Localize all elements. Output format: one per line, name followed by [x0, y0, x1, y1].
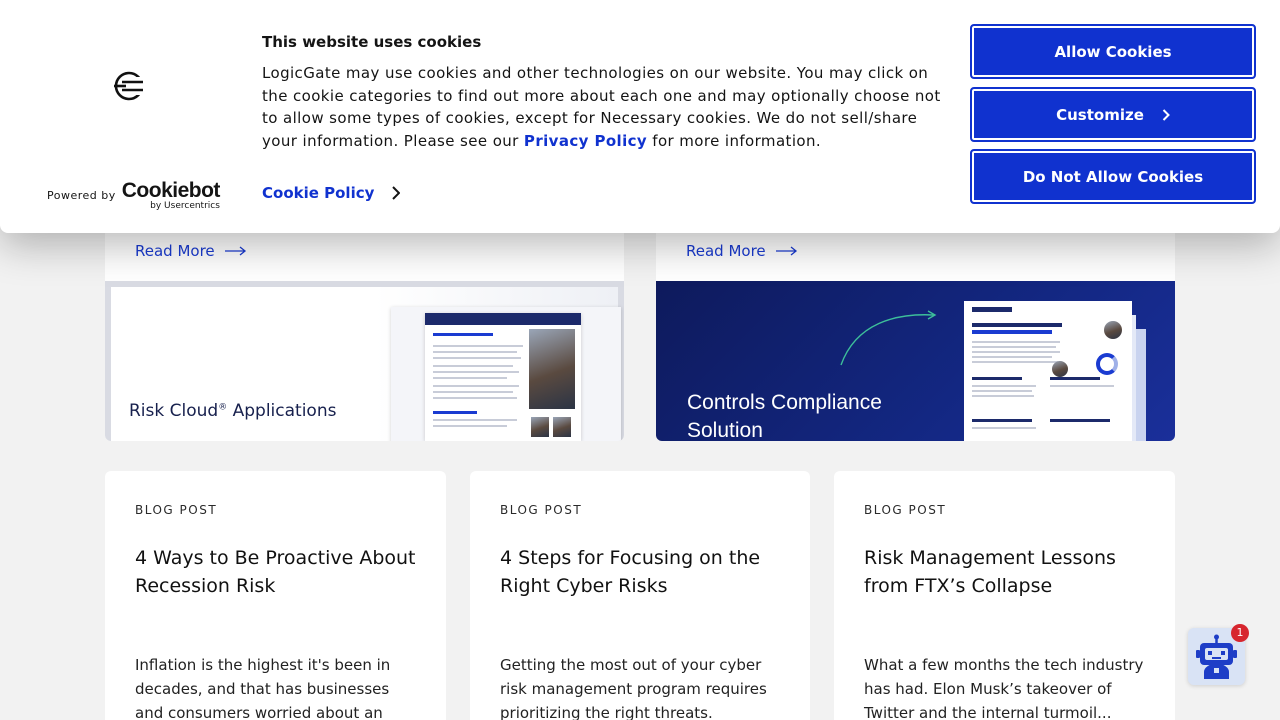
customize-button[interactable]: Customize: [970, 87, 1256, 142]
blog-card[interactable]: BLOG POST 4 Steps for Focusing on the Ri…: [470, 471, 810, 720]
cookie-banner-title: This website uses cookies: [262, 33, 482, 51]
allow-cookies-button[interactable]: Allow Cookies: [970, 24, 1256, 79]
cookie-policy-link[interactable]: Cookie Policy: [262, 184, 401, 202]
blog-card[interactable]: BLOG POST 4 Ways to Be Proactive About R…: [105, 471, 446, 720]
read-more-link[interactable]: Read More: [686, 242, 798, 260]
chevron-right-icon: [392, 186, 401, 200]
chevron-right-icon: [1162, 108, 1170, 121]
blog-title-link[interactable]: Risk Management Lessons from FTX’s Colla…: [864, 544, 1154, 600]
cookie-banner-text: LogicGate may use cookies and other tech…: [262, 64, 941, 150]
brochure-image: [964, 301, 1132, 441]
customize-label: Customize: [1056, 105, 1144, 124]
privacy-policy-link[interactable]: Privacy Policy: [524, 132, 647, 150]
read-more-label: Read More: [686, 242, 766, 260]
read-more-link[interactable]: Read More: [135, 242, 247, 260]
arrow-right-icon: [224, 246, 246, 256]
powered-by-label: Powered by: [47, 189, 116, 202]
blog-card[interactable]: BLOG POST Risk Management Lessons from F…: [834, 471, 1175, 720]
blog-excerpt: Getting the most out of your cyber risk …: [500, 656, 767, 720]
notification-badge: 1: [1231, 624, 1249, 642]
deny-cookies-button[interactable]: Do Not Allow Cookies: [970, 149, 1256, 204]
content-type-label: BLOG POST: [500, 503, 583, 517]
content-type-label: BLOG POST: [135, 503, 218, 517]
cookiebot-logo: Cookiebot by Usercentrics: [121, 179, 221, 211]
thumbnail-title: Risk Cloud® Applications: [129, 401, 337, 421]
read-more-label: Read More: [135, 242, 215, 260]
controls-compliance-thumbnail: Controls Compliance Solution: [656, 281, 1175, 441]
blog-title-link[interactable]: 4 Ways to Be Proactive About Recession R…: [135, 544, 425, 600]
robot-icon: [1196, 634, 1237, 679]
deny-cookies-label: Do Not Allow Cookies: [1022, 167, 1204, 186]
cookie-policy-label: Cookie Policy: [262, 184, 375, 202]
powered-by-cookiebot[interactable]: Powered by Cookiebot by Usercentrics: [47, 180, 220, 211]
arrow-right-icon: [775, 246, 797, 256]
allow-cookies-label: Allow Cookies: [1054, 42, 1172, 61]
curved-arrow-icon: [840, 310, 937, 366]
content-type-label: BLOG POST: [864, 503, 947, 517]
blog-excerpt: Inflation is the highest it's been in de…: [135, 656, 391, 720]
thumbnail-title: Controls Compliance Solution: [687, 391, 882, 441]
risk-cloud-thumbnail: Risk Cloud® Applications: [105, 281, 624, 441]
blog-excerpt: What a few months the tech industry has …: [864, 656, 1144, 720]
brochure-image: [425, 313, 581, 441]
cookie-consent-banner: Powered by Cookiebot by Usercentrics Thi…: [0, 0, 1280, 233]
logicgate-logo-icon: [114, 71, 146, 101]
blog-title-link[interactable]: 4 Steps for Focusing on the Right Cyber …: [500, 544, 790, 600]
